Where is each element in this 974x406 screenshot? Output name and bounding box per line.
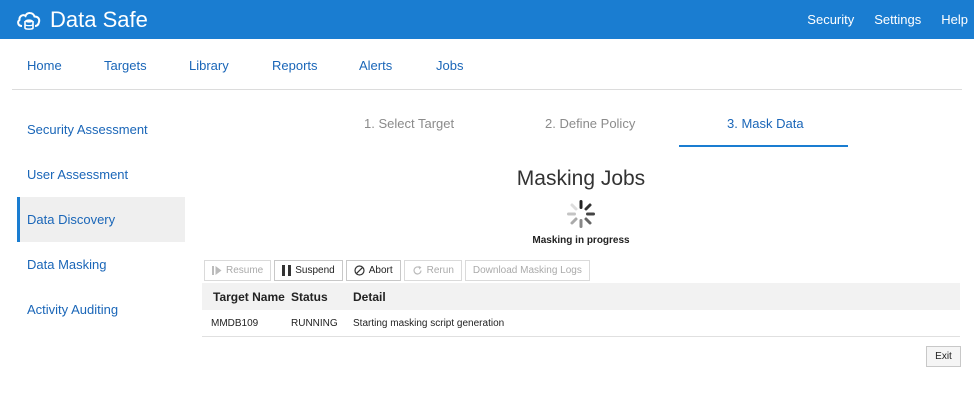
rerun-button[interactable]: Rerun [403, 260, 462, 281]
cell-status: RUNNING [291, 317, 338, 329]
spinner-icon [567, 200, 595, 228]
sidebar: Security Assessment User Assessment Data… [17, 107, 185, 332]
table-header: Target Name Status Detail [202, 283, 960, 310]
help-link[interactable]: Help [941, 12, 968, 27]
rerun-icon [412, 265, 423, 276]
suspend-button[interactable]: Suspend [274, 260, 343, 281]
wizard-steps: 1. Select Target 2. Define Policy 3. Mas… [280, 110, 880, 148]
resume-icon [212, 266, 222, 275]
top-links: Security Settings Help [787, 0, 968, 39]
column-header-status[interactable]: Status [291, 290, 353, 304]
exit-button[interactable]: Exit [926, 346, 961, 367]
brand[interactable]: Data Safe [16, 6, 148, 34]
column-header-detail[interactable]: Detail [353, 290, 960, 304]
main-nav: Home Targets Library Reports Alerts Jobs [0, 39, 974, 91]
nav-home[interactable]: Home [27, 58, 62, 73]
step-select-target[interactable]: 1. Select Target [364, 116, 454, 131]
sidebar-item-data-masking[interactable]: Data Masking [17, 242, 185, 287]
app-title: Data Safe [50, 7, 148, 32]
sidebar-item-activity-auditing[interactable]: Activity Auditing [17, 287, 185, 332]
abort-button[interactable]: Abort [345, 260, 401, 281]
abort-icon [354, 265, 365, 276]
security-link[interactable]: Security [807, 12, 854, 27]
suspend-label: Suspend [295, 265, 335, 276]
nav-targets[interactable]: Targets [104, 58, 147, 73]
cloud-database-icon [17, 12, 41, 30]
resume-label: Resume [226, 265, 264, 276]
top-bar: Data Safe Security Settings Help [0, 0, 974, 39]
page-title: Masking Jobs [516, 167, 646, 190]
nav-reports[interactable]: Reports [272, 58, 318, 73]
download-logs-button[interactable]: Download Masking Logs [464, 260, 590, 281]
step-mask-data[interactable]: 3. Mask Data [727, 116, 804, 131]
cell-target-name: MMDB109 [211, 317, 259, 329]
step-define-policy[interactable]: 2. Define Policy [545, 116, 635, 131]
nav-jobs[interactable]: Jobs [436, 58, 463, 73]
active-step-underline [679, 145, 848, 147]
abort-label: Abort [368, 265, 393, 276]
pause-icon [282, 265, 292, 276]
nav-library[interactable]: Library [189, 58, 229, 73]
jobs-table: Target Name Status Detail MMDB109 RUNNIN… [202, 283, 960, 337]
cell-detail: Starting masking script generation [353, 317, 505, 329]
nav-divider [12, 89, 962, 90]
table-row[interactable]: MMDB109 RUNNING Starting masking script … [202, 310, 960, 337]
column-header-target-name[interactable]: Target Name [202, 290, 291, 304]
rerun-label: Rerun [426, 265, 454, 276]
masking-status-text: Masking in progress [532, 235, 630, 246]
nav-alerts[interactable]: Alerts [359, 58, 392, 73]
job-toolbar: Resume Suspend Abort Rerun Download Mask… [204, 260, 593, 281]
settings-link[interactable]: Settings [874, 12, 921, 27]
sidebar-item-security-assessment[interactable]: Security Assessment [17, 107, 185, 152]
resume-button[interactable]: Resume [204, 260, 272, 281]
